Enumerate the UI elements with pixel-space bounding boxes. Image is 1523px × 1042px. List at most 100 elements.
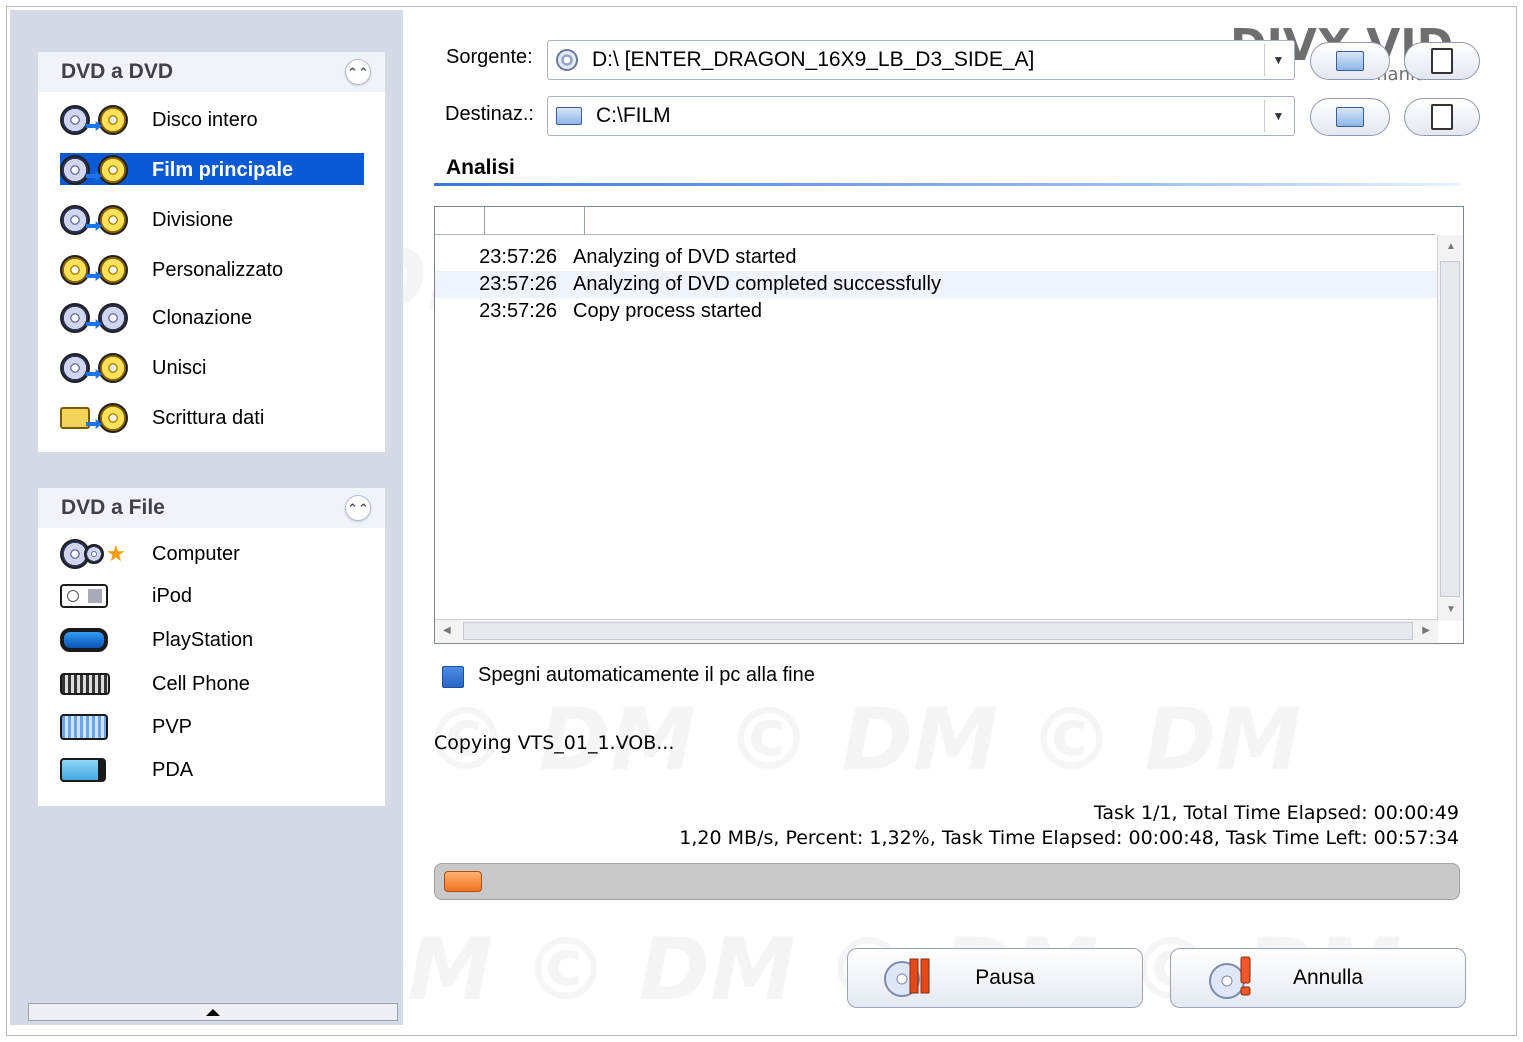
disc-to-disc-icon xyxy=(60,103,138,137)
log-listview[interactable]: 23:57:26 Analyzing of DVD started 23:57:… xyxy=(434,206,1464,644)
log-time: 23:57:26 xyxy=(479,273,557,295)
scroll-thumb[interactable] xyxy=(463,622,1413,640)
chevron-down-icon[interactable]: ▼ xyxy=(1264,44,1292,76)
destination-settings-button[interactable] xyxy=(1404,98,1480,136)
column-header[interactable] xyxy=(435,207,485,235)
sidebar-item-computer[interactable]: ★ Computer xyxy=(38,534,385,574)
source-settings-button[interactable] xyxy=(1404,42,1480,80)
merge-icon xyxy=(60,351,138,385)
pause-button[interactable]: Pausa xyxy=(847,948,1143,1008)
folder-icon xyxy=(1336,51,1364,71)
source-label: Sorgente: xyxy=(446,46,533,68)
group-header-dvd-to-file[interactable]: DVD a File ⌃⌃ xyxy=(38,488,385,528)
document-icon xyxy=(1431,104,1453,130)
log-message: Copy process started xyxy=(573,300,762,322)
split-icon xyxy=(60,203,138,237)
section-title: Analisi xyxy=(446,156,515,179)
sidebar-item-divisione[interactable]: Divisione xyxy=(38,200,385,240)
pvp-icon xyxy=(60,710,138,744)
vertical-scrollbar[interactable]: ▲ ▼ xyxy=(1437,235,1463,621)
sidebar-item-ipod[interactable]: iPod xyxy=(38,574,385,618)
ipod-icon xyxy=(60,579,138,613)
list-header xyxy=(435,207,1435,235)
sidebar-item-disco-intero[interactable]: Disco intero xyxy=(38,100,385,140)
destination-value: C:\FILM xyxy=(596,104,671,127)
list-item[interactable]: 23:57:26 Analyzing of DVD started xyxy=(435,244,1437,271)
source-combobox[interactable]: D:\ [ENTER_DRAGON_16X9_LB_D3_SIDE_A] ▼ xyxy=(547,40,1295,80)
sidebar-item-label: iPod xyxy=(152,584,193,607)
sidebar-item-unisci[interactable]: Unisci xyxy=(38,348,385,388)
sidebar-item-label: PVP xyxy=(152,715,193,738)
transfer-status-line: 1,20 MB/s, Percent: 1,32%, Task Time Ela… xyxy=(679,827,1459,849)
write-data-icon xyxy=(60,401,138,435)
destination-combobox[interactable]: C:\FILM ▼ xyxy=(547,96,1295,136)
source-value: D:\ [ENTER_DRAGON_16X9_LB_D3_SIDE_A] xyxy=(592,48,1035,71)
sidebar-item-pda[interactable]: PDA xyxy=(38,748,385,792)
list-item[interactable]: 23:57:26 Analyzing of DVD completed succ… xyxy=(435,271,1437,298)
copy-progress-bar xyxy=(434,863,1460,900)
destination-label: Destinaz.: xyxy=(445,103,534,125)
pause-button-label: Pausa xyxy=(975,966,1035,989)
arrow-up-icon xyxy=(206,1008,220,1016)
progress-fill xyxy=(444,871,482,892)
sidebar-expand-handle[interactable] xyxy=(28,1003,398,1021)
section-divider xyxy=(434,183,1460,186)
document-icon xyxy=(1431,48,1453,74)
sidebar-item-label: PDA xyxy=(152,758,194,781)
sidebar-item-clonazione[interactable]: Clonazione xyxy=(38,298,385,338)
group-dvd-to-file: DVD a File ⌃⌃ ★ Computer iPod PlayStatio… xyxy=(38,488,385,806)
sidebar-item-label: Cell Phone xyxy=(152,672,250,695)
dvd-disc-icon xyxy=(556,49,578,71)
group-dvd-to-dvd: DVD a DVD ⌃⌃ Disco intero Film principal… xyxy=(38,52,385,452)
chevron-down-icon[interactable]: ▼ xyxy=(1264,100,1292,132)
group-header-dvd-to-dvd[interactable]: DVD a DVD ⌃⌃ xyxy=(38,52,385,92)
sidebar-item-playstation[interactable]: PlayStation xyxy=(38,618,385,662)
scroll-down-icon[interactable]: ▼ xyxy=(1446,604,1456,615)
log-time: 23:57:26 xyxy=(479,246,557,268)
folder-icon xyxy=(556,107,582,125)
sidebar-item-label: Unisci xyxy=(152,356,207,379)
scroll-left-icon[interactable]: ◀ xyxy=(443,625,451,636)
current-file-status: Copying VTS_01_1.VOB... xyxy=(434,732,675,754)
shutdown-checkbox[interactable] xyxy=(442,666,464,688)
log-message: Analyzing of DVD completed successfully xyxy=(573,273,941,295)
sidebar-item-label: Divisione xyxy=(152,208,234,231)
log-message: Analyzing of DVD started xyxy=(573,246,797,268)
sidebar-item-label: Disco intero xyxy=(152,108,258,131)
pda-icon xyxy=(60,753,138,787)
log-time: 23:57:26 xyxy=(479,300,557,322)
cancel-button-label: Annulla xyxy=(1292,966,1364,989)
collapse-chevron-icon[interactable]: ⌃⌃ xyxy=(345,59,371,85)
scroll-right-icon[interactable]: ▶ xyxy=(1422,625,1430,636)
horizontal-scrollbar[interactable]: ◀ ▶ xyxy=(435,619,1438,643)
cancel-button[interactable]: Annulla xyxy=(1170,948,1466,1008)
sidebar-item-label: Computer xyxy=(152,542,240,565)
folder-icon xyxy=(1336,107,1364,127)
task-status-line: Task 1/1, Total Time Elapsed: 00:00:49 xyxy=(1093,802,1459,824)
clone-icon xyxy=(60,301,138,335)
sidebar-item-label: Film principale xyxy=(152,158,294,181)
shutdown-checkbox-label[interactable]: Spegni automaticamente il pc alla fine xyxy=(478,664,815,687)
scroll-thumb[interactable] xyxy=(1440,261,1460,597)
collapse-chevron-icon[interactable]: ⌃⌃ xyxy=(345,495,371,521)
sidebar-item-label: Clonazione xyxy=(152,306,253,329)
sidebar-item-label: Scrittura dati xyxy=(152,406,265,429)
scroll-up-icon[interactable]: ▲ xyxy=(1446,241,1456,252)
custom-icon xyxy=(60,253,138,287)
source-browse-folder-button[interactable] xyxy=(1310,42,1390,80)
destination-browse-folder-button[interactable] xyxy=(1310,98,1390,136)
sidebar-item-label: Personalizzato xyxy=(152,258,284,281)
sidebar-item-pvp[interactable]: PVP xyxy=(38,706,385,748)
sidebar-item-label: PlayStation xyxy=(152,628,254,651)
sidebar-item-personalizzato[interactable]: Personalizzato xyxy=(38,250,385,290)
group-title: DVD a File xyxy=(61,496,165,519)
psp-icon xyxy=(60,623,138,657)
cell-phone-icon xyxy=(60,667,138,701)
column-header[interactable] xyxy=(485,207,585,235)
sidebar-item-film-principale[interactable]: Film principale xyxy=(38,150,385,190)
sidebar-item-scrittura-dati[interactable]: Scrittura dati xyxy=(38,398,385,438)
sidebar: DVD a DVD ⌃⌃ Disco intero Film principal… xyxy=(10,10,403,1025)
sidebar-item-cell-phone[interactable]: Cell Phone xyxy=(38,662,385,706)
computer-icon: ★ xyxy=(60,537,138,571)
list-item[interactable]: 23:57:26 Copy process started xyxy=(435,298,1437,325)
